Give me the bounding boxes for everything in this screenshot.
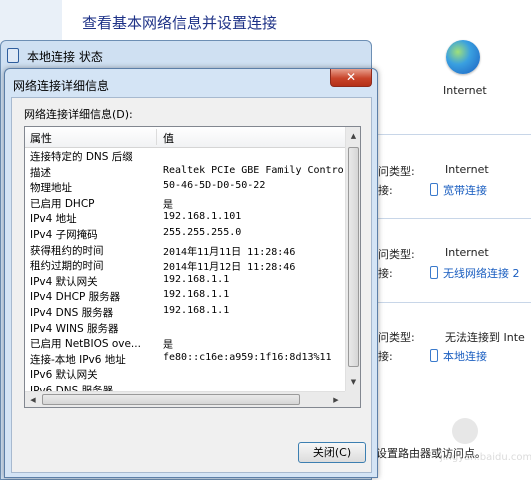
wireless-connection-link[interactable]: 无线网络连接 2 (430, 265, 520, 281)
page-title: 查看基本网络信息并设置连接 (82, 14, 278, 32)
table-row[interactable]: 连接特定的 DNS 后缀 (25, 148, 345, 164)
table-row[interactable]: 已启用 DHCP 是 (25, 195, 345, 211)
vertical-scrollbar[interactable]: ▲ ▼ (345, 127, 360, 391)
details-label: 网络连接详细信息(D): (24, 108, 133, 121)
baidu-watermark: jingyan.baidu.com (440, 418, 531, 472)
scroll-up-arrow-icon[interactable]: ▲ (348, 129, 359, 143)
status-window-title: 本地连接 状态 (27, 50, 103, 64)
column-divider[interactable] (156, 129, 157, 145)
access-type-label: 问类型: (378, 165, 415, 178)
list-header: 属性 值 (25, 127, 345, 148)
connection-icon (430, 266, 438, 279)
table-row[interactable]: IPv4 DHCP 服务器 192.168.1.1 (25, 288, 345, 304)
local-connection-link[interactable]: 本地连接 (430, 348, 487, 364)
table-row[interactable]: 物理地址 50-46-5D-D0-50-22 (25, 179, 345, 195)
table-row[interactable]: IPv4 地址 192.168.1.101 (25, 210, 345, 226)
table-row[interactable]: 租约过期的时间 2014年11月12日 11:28:46 (25, 257, 345, 273)
close-button[interactable]: 关闭(C) (298, 442, 366, 463)
scroll-right-arrow-icon[interactable]: ▶ (329, 393, 343, 407)
table-row[interactable]: 连接-本地 IPv6 地址 fe80::c16e:a959:1f16:8d13%1… (25, 351, 345, 367)
section-divider (370, 302, 531, 303)
details-listview[interactable]: 属性 值 连接特定的 DNS 后缀 描述 Realtek PCIe GBE Fam… (24, 126, 361, 408)
table-row[interactable]: 获得租约的时间 2014年11月11日 11:28:46 (25, 242, 345, 258)
section-divider (370, 218, 531, 219)
vertical-scroll-thumb[interactable] (348, 147, 359, 367)
network-connection-details-dialog: 网络连接详细信息 ✕ 网络连接详细信息(D): 属性 值 连接特定的 DNS 后… (4, 68, 378, 478)
horizontal-scrollbar[interactable]: ◀ ▶ (25, 391, 345, 407)
connection-icon (430, 349, 438, 362)
horizontal-scroll-thumb[interactable] (42, 394, 300, 405)
globe-icon (446, 40, 480, 74)
table-row[interactable]: 描述 Realtek PCIe GBE Family Contro (25, 164, 345, 180)
column-header-property[interactable]: 属性 (30, 130, 52, 146)
scroll-down-arrow-icon[interactable]: ▼ (348, 375, 359, 389)
connection-label: 接: (378, 267, 393, 280)
column-header-value[interactable]: 值 (163, 130, 174, 146)
table-row[interactable]: IPv6 默认网关 (25, 366, 345, 382)
scroll-left-arrow-icon[interactable]: ◀ (26, 393, 40, 407)
broadband-connection-link[interactable]: 宽带连接 (430, 182, 487, 198)
access-type-value: Internet (445, 246, 489, 259)
table-row[interactable]: 已启用 NetBIOS ove... 是 (25, 335, 345, 351)
list-rows: 连接特定的 DNS 后缀 描述 Realtek PCIe GBE Family C… (25, 148, 345, 392)
table-row[interactable]: IPv4 WINS 服务器 (25, 320, 345, 336)
connection-label: 接: (378, 350, 393, 363)
access-type-value: 无法连接到 Inte (445, 331, 525, 344)
scrollbar-corner (345, 391, 360, 407)
access-type-value: Internet (445, 163, 489, 176)
table-row[interactable]: IPv4 DNS 服务器 192.168.1.1 (25, 304, 345, 320)
paw-icon (452, 418, 478, 444)
close-icon[interactable]: ✕ (330, 69, 372, 87)
network-adapter-icon (7, 48, 19, 63)
section-divider (370, 134, 531, 135)
connection-icon (430, 183, 438, 196)
table-row[interactable]: IPv4 默认网关 192.168.1.1 (25, 273, 345, 289)
access-type-label: 问类型: (378, 331, 415, 344)
access-type-label: 问类型: (378, 248, 415, 261)
dialog-title: 网络连接详细信息 (13, 79, 110, 93)
table-row[interactable]: IPv4 子网掩码 255.255.255.0 (25, 226, 345, 242)
connection-label: 接: (378, 184, 393, 197)
status-titlebar[interactable]: 本地连接 状态 (1, 41, 371, 69)
dialog-client-area: 网络连接详细信息(D): 属性 值 连接特定的 DNS 后缀 描述 Realtek… (11, 97, 372, 473)
internet-label: Internet (443, 84, 487, 97)
